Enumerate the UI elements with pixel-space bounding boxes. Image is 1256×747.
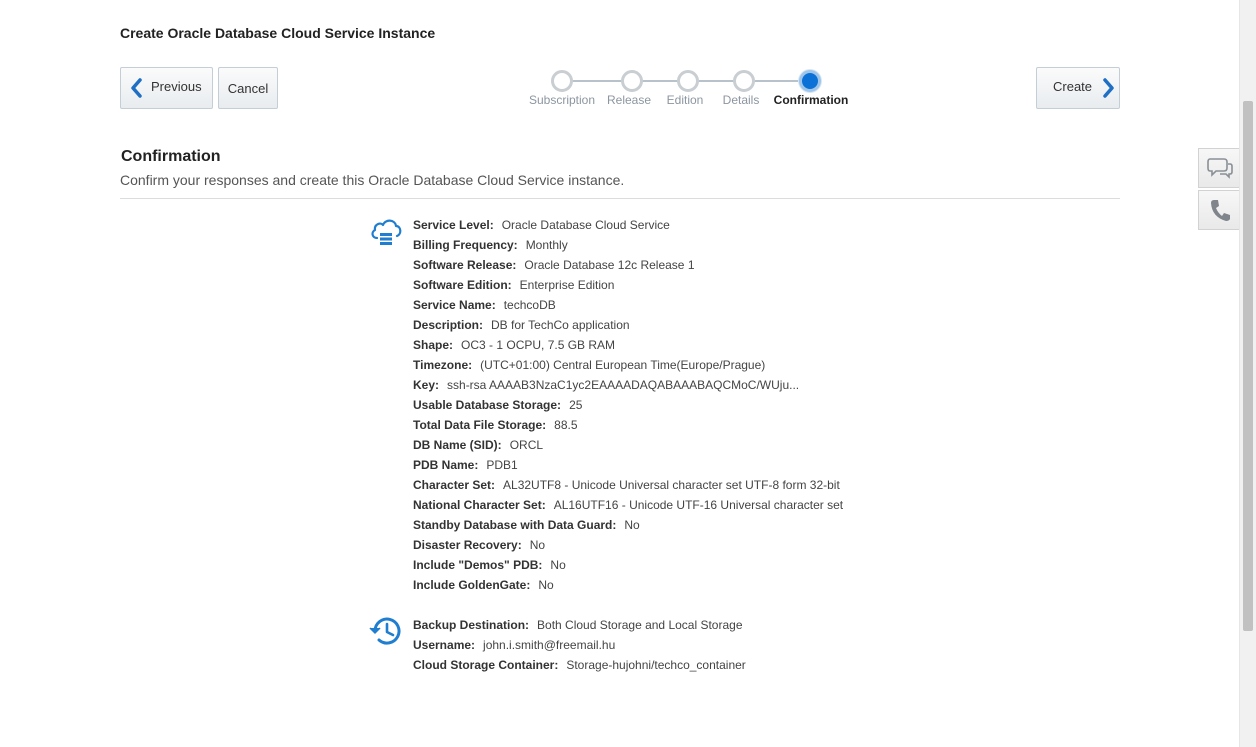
detail-row: Description: DB for TechCo application	[413, 318, 630, 332]
create-button[interactable]: Create	[1036, 67, 1120, 109]
backup-history-icon	[369, 614, 403, 648]
train-stop-confirmation	[799, 70, 821, 92]
detail-row: National Character Set: AL16UTF16 - Unico…	[413, 498, 844, 512]
detail-row: PDB Name: PDB1	[413, 458, 518, 472]
detail-row: Shape: OC3 - 1 OCPU, 7.5 GB RAM	[413, 338, 616, 352]
train-stop-release[interactable]	[621, 70, 643, 92]
chat-icon	[1206, 158, 1233, 179]
train-label-release[interactable]: Release	[607, 93, 651, 107]
detail-row: Usable Database Storage: 25	[413, 398, 583, 412]
train-stop-edition[interactable]	[677, 70, 699, 92]
create-label: Create	[1053, 78, 1093, 94]
detail-row: Software Edition: Enterprise Edition	[413, 278, 615, 292]
detail-row: Include GoldenGate: No	[413, 578, 554, 592]
vertical-scrollbar[interactable]	[1239, 0, 1256, 747]
detail-row: Backup Destination: Both Cloud Storage an…	[413, 618, 743, 632]
previous-label: Previous	[151, 78, 202, 94]
step-train: Subscription Release Edition Details Con…	[520, 68, 860, 113]
detail-row: Billing Frequency: Monthly	[413, 238, 568, 252]
detail-row: Disaster Recovery: No	[413, 538, 546, 552]
chat-button[interactable]	[1198, 148, 1240, 188]
train-stop-subscription[interactable]	[551, 70, 573, 92]
train-stop-details[interactable]	[733, 70, 755, 92]
section-description: Confirm your responses and create this O…	[120, 172, 625, 188]
detail-row: Character Set: AL32UTF8 - Unicode Univers…	[413, 478, 840, 492]
backup-details-list: Backup Destination: Both Cloud Storage an…	[413, 615, 746, 675]
train-label-details[interactable]: Details	[723, 93, 760, 107]
chevron-left-icon	[131, 78, 142, 98]
detail-row: Total Data File Storage: 88.5	[413, 418, 578, 432]
train-label-subscription[interactable]: Subscription	[529, 93, 595, 107]
detail-row: Cloud Storage Container: Storage-hujohni/…	[413, 658, 746, 672]
train-label-edition[interactable]: Edition	[667, 93, 704, 107]
detail-row: Standby Database with Data Guard: No	[413, 518, 640, 532]
detail-row: Key: ssh-rsa AAAAB3NzaC1yc2EAAAADAQABAAAB…	[413, 378, 800, 392]
detail-row: Username: john.i.smith@freemail.hu	[413, 638, 616, 652]
detail-row: DB Name (SID): ORCL	[413, 438, 544, 452]
scrollbar-thumb[interactable]	[1243, 101, 1253, 631]
chevron-right-icon	[1103, 78, 1114, 98]
detail-row: Service Level: Oracle Database Cloud Serv…	[413, 218, 670, 232]
previous-button[interactable]: Previous	[120, 67, 213, 109]
cancel-button[interactable]: Cancel	[218, 67, 278, 109]
phone-icon	[1210, 200, 1230, 221]
detail-row: Service Name: techcoDB	[413, 298, 556, 312]
detail-row: Include "Demos" PDB: No	[413, 558, 566, 572]
page-title: Create Oracle Database Cloud Service Ins…	[120, 25, 436, 41]
section-divider	[120, 198, 1120, 199]
cloud-database-icon	[369, 216, 403, 250]
phone-button[interactable]	[1198, 190, 1240, 230]
detail-row: Timezone: (UTC+01:00) Central European Ti…	[413, 358, 766, 372]
service-details-list: Service Level: Oracle Database Cloud Serv…	[413, 215, 843, 595]
detail-row: Software Release: Oracle Database 12c Rel…	[413, 258, 695, 272]
section-title: Confirmation	[121, 148, 221, 165]
train-label-confirmation: Confirmation	[773, 93, 849, 107]
